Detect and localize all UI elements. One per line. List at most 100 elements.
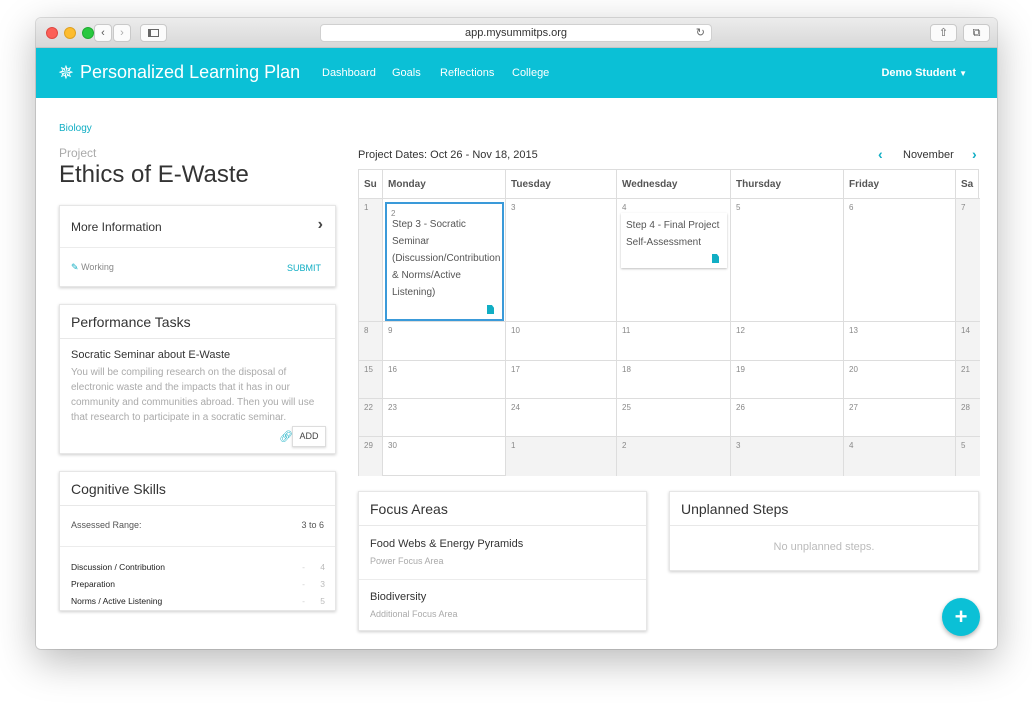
tabs-button[interactable]: ⧉ [963,24,990,42]
day-number: 12 [736,326,745,335]
calendar-day-cell[interactable]: 19 [731,361,844,399]
day-number: 26 [736,403,745,412]
calendar-day-cell[interactable]: 7 [956,199,980,322]
task-title[interactable]: Socratic Seminar about E-Waste [71,349,230,361]
user-menu[interactable]: Demo Student ▼ [881,67,967,79]
day-header-wednesday: Wednesday [617,170,731,199]
calendar-day-cell[interactable]: 14 [956,322,980,361]
calendar-day-cell[interactable]: 8 [359,322,383,361]
chevron-right-icon: › [317,216,323,233]
day-number: 6 [849,203,854,212]
add-button[interactable]: ADD [292,426,326,447]
event-text: Step 4 - Final Project Self-Assessment [626,220,720,248]
main-content: Biology Project Ethics of E-Waste More I… [36,98,997,649]
pin-icon: ✎ [71,262,79,272]
unplanned-empty-text: No unplanned steps. [773,541,875,553]
sidebar-toggle-button[interactable] [140,24,167,42]
nav-goals[interactable]: Goals [392,67,421,79]
browser-window: ‹ › app.mysummitps.org ↻ ⇧ ⧉ ✵ Personali… [36,18,997,649]
nav-college[interactable]: College [512,67,549,79]
calendar-day-cell[interactable]: 5 [731,199,844,322]
calendar-day-cell[interactable]: 20 [844,361,956,399]
focus-area-item[interactable]: Biodiversity Additional Focus Area [359,580,646,632]
back-button[interactable]: ‹ [94,24,112,42]
maximize-window-button[interactable] [82,27,94,39]
calendar-day-cell[interactable]: 15 [359,361,383,399]
calendar-day-cell[interactable]: 4 [844,437,956,476]
star-logo-icon: ✵ [58,63,74,84]
submit-button[interactable]: SUBMIT [287,263,321,273]
nav-reflections[interactable]: Reflections [440,67,494,79]
task-description: You will be compiling research on the di… [71,367,315,423]
calendar-day-cell[interactable]: 1 [506,437,617,476]
app-header: ✵ Personalized Learning Plan Dashboard G… [36,48,997,98]
calendar-day-cell[interactable]: 16 [383,361,506,399]
focus-area-sub: Additional Focus Area [370,609,458,619]
day-number: 11 [622,326,631,335]
calendar-event-step-3[interactable]: 2 Step 3 - Socratic Seminar (Discussion/… [385,202,504,321]
day-header-friday: Friday [844,170,956,199]
day-number: 19 [736,365,745,374]
calendar-day-cell[interactable]: 25 [617,399,731,437]
close-window-button[interactable] [46,27,58,39]
calendar-day-cell[interactable]: 12 [731,322,844,361]
assessed-range-row: Assessed Range: 3 to 6 [60,506,335,547]
chevron-left-icon: ‹ [101,27,105,39]
calendar-day-cell[interactable]: 13 [844,322,956,361]
calendar-day-cell[interactable]: 21 [956,361,980,399]
skill-value: 3 [320,579,325,589]
day-number: 8 [364,326,369,335]
reload-icon[interactable]: ↻ [696,25,705,41]
share-button[interactable]: ⇧ [930,24,957,42]
calendar-day-cell[interactable]: 23 [383,399,506,437]
breadcrumb[interactable]: Biology [59,123,92,134]
url-bar[interactable]: app.mysummitps.org ↻ [320,24,712,42]
day-number: 25 [622,403,631,412]
focus-areas-header: Focus Areas [359,492,646,526]
calendar-day-cell[interactable]: 9 [383,322,506,361]
calendar-day-cell[interactable]: 5 [956,437,980,476]
calendar-day-cell[interactable]: 10 [506,322,617,361]
cognitive-skills-header: Cognitive Skills [60,472,335,506]
add-fab-button[interactable]: + [942,598,980,636]
more-information-row[interactable]: More Information › [60,206,335,248]
calendar-day-cell[interactable]: 18 [617,361,731,399]
focus-areas-card: Focus Areas Food Webs & Energy Pyramids … [358,491,647,631]
project-info-card: More Information › ✎ Working SUBMIT [59,205,336,287]
calendar-day-cell[interactable]: 3 [506,199,617,322]
skill-row: Preparation - 3 [71,576,325,593]
calendar-day-cell[interactable]: 2 [617,437,731,476]
forward-button[interactable]: › [113,24,131,42]
calendar-event-step-4[interactable]: Step 4 - Final Project Self-Assessment [621,213,727,268]
calendar-day-cell[interactable]: 3 [731,437,844,476]
day-number: 4 [622,203,627,212]
calendar-day-cell[interactable]: 17 [506,361,617,399]
calendar-day-cell[interactable]: 1 [359,199,383,322]
user-name: Demo Student [881,67,957,79]
performance-tasks-card: Performance Tasks Socratic Seminar about… [59,304,336,454]
calendar-day-cell[interactable]: 27 [844,399,956,437]
minimize-window-button[interactable] [64,27,76,39]
share-icon: ⇧ [938,27,949,39]
calendar-day-cell[interactable]: 28 [956,399,980,437]
day-number: 17 [511,365,520,374]
day-number: 16 [388,365,397,374]
performance-tasks-header: Performance Tasks [60,305,335,339]
link-icon[interactable]: 🔗︎ [279,430,293,443]
calendar-day-cell[interactable]: 11 [617,322,731,361]
calendar-day-cell[interactable]: 22 [359,399,383,437]
skill-row: Norms / Active Listening - 5 [71,593,325,610]
focus-area-item[interactable]: Food Webs & Energy Pyramids Power Focus … [359,526,646,580]
app-title[interactable]: Personalized Learning Plan [80,62,300,83]
day-number: 13 [849,326,858,335]
calendar-day-cell[interactable]: 26 [731,399,844,437]
calendar-day-cell[interactable]: 6 [844,199,956,322]
calendar-day-cell[interactable]: 29 [359,437,383,476]
prev-month-button[interactable]: ‹ [878,146,883,162]
url-text: app.mysummitps.org [464,27,568,39]
calendar-day-cell[interactable]: 30 [383,437,506,476]
calendar-day-cell[interactable]: 24 [506,399,617,437]
next-month-button[interactable]: › [972,146,977,162]
nav-dashboard[interactable]: Dashboard [322,67,376,79]
day-number: 5 [736,203,741,212]
